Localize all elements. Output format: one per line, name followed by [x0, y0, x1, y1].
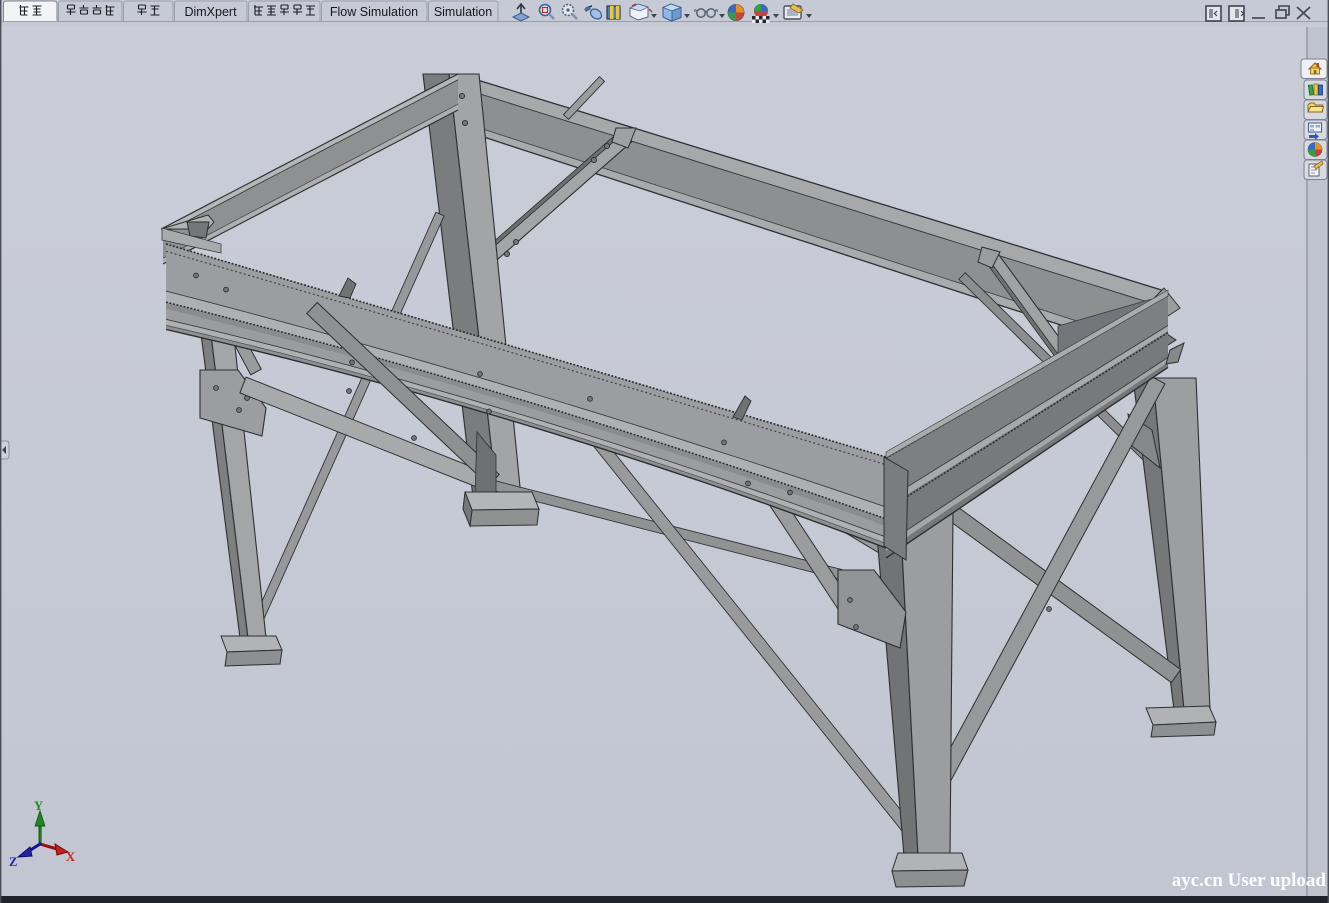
svg-text:Z: Z [9, 855, 17, 869]
svg-text:DimXpert: DimXpert [184, 5, 237, 19]
svg-text:X: X [66, 850, 75, 864]
svg-text:Y: Y [34, 799, 43, 813]
svg-text:Flow Simulation: Flow Simulation [330, 5, 418, 19]
svg-text:Simulation: Simulation [434, 5, 492, 19]
svg-text:ayc.cn User upload: ayc.cn User upload [1172, 870, 1327, 891]
